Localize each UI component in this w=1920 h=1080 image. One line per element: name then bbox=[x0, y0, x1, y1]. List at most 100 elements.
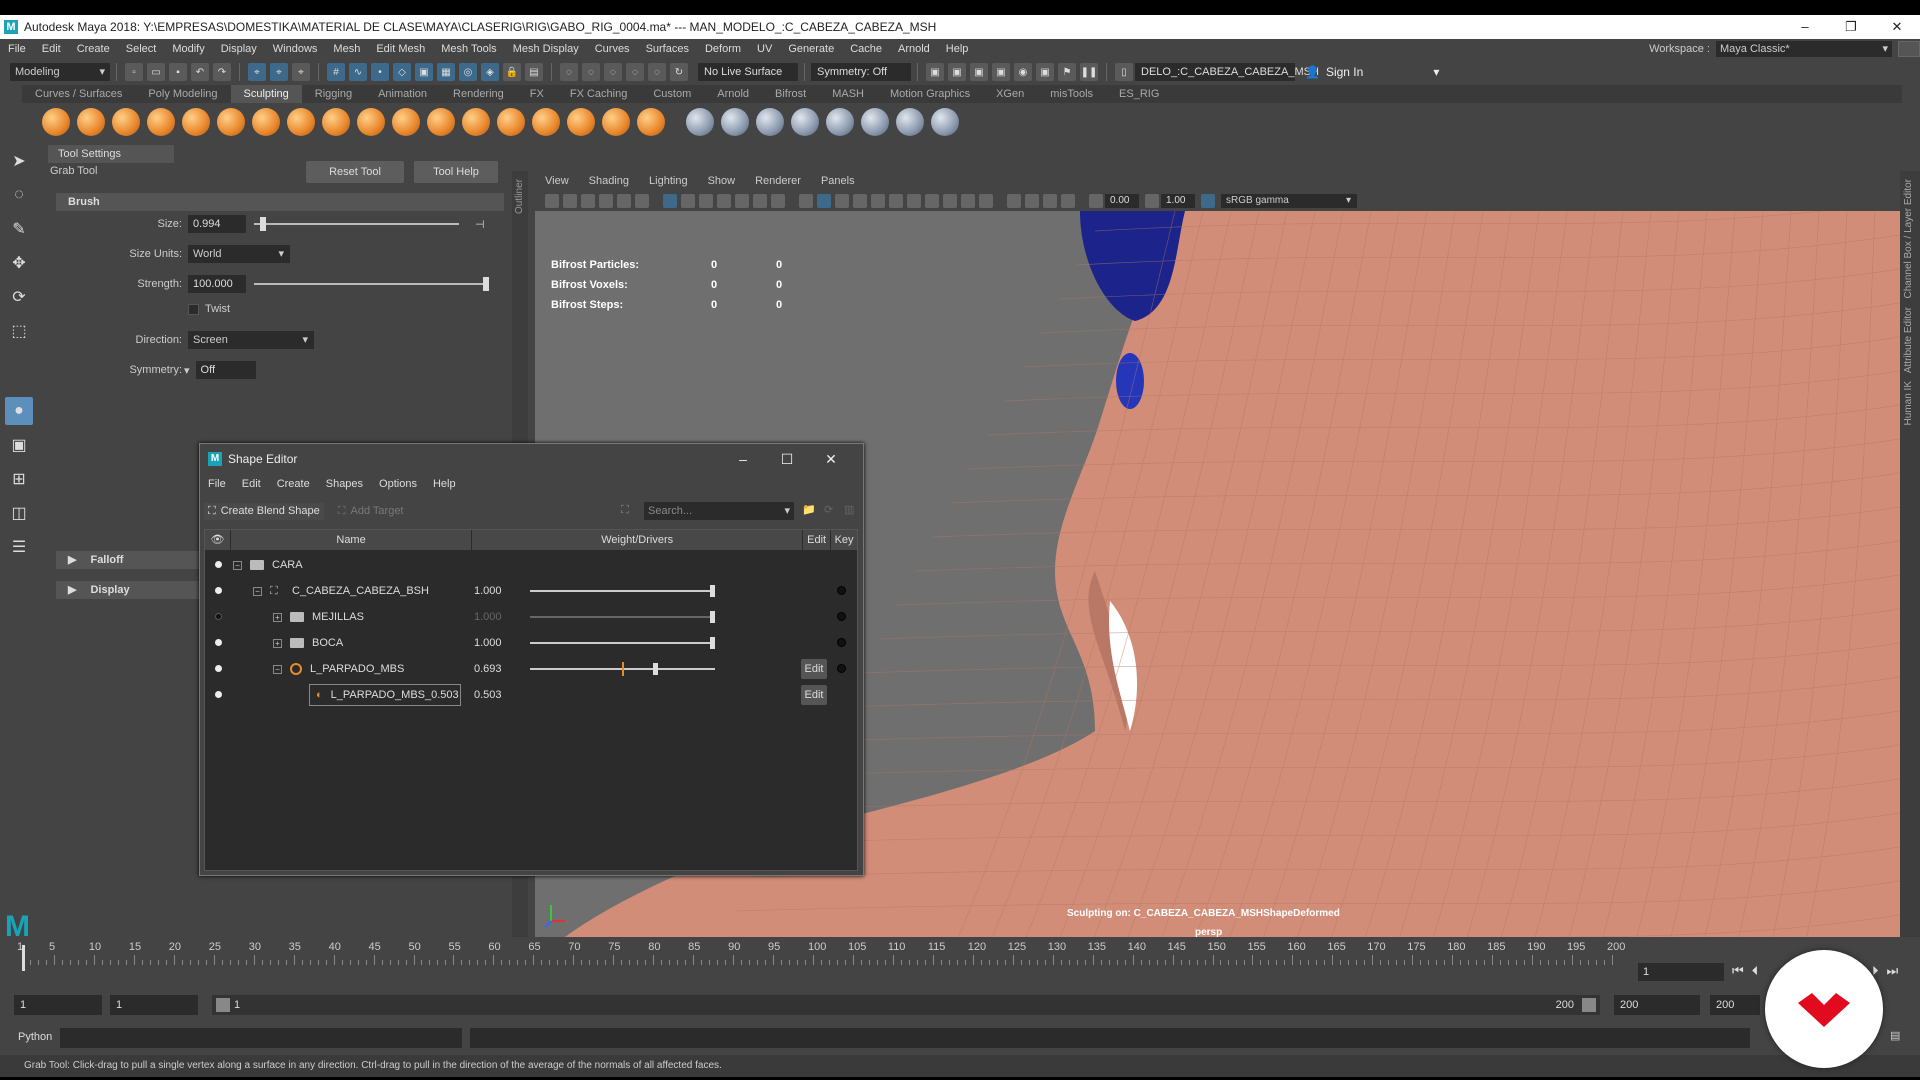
ambient-occlusion-icon[interactable] bbox=[925, 194, 939, 208]
viewport-menu-renderer[interactable]: Renderer bbox=[745, 175, 811, 187]
shape-editor-menu-file[interactable]: File bbox=[200, 478, 234, 490]
menu-display[interactable]: Display bbox=[213, 43, 265, 55]
menu-create[interactable]: Create bbox=[69, 43, 118, 55]
menu-windows[interactable]: Windows bbox=[265, 43, 326, 55]
field-chart-icon[interactable] bbox=[735, 194, 749, 208]
pinch-brush-icon[interactable] bbox=[182, 108, 210, 136]
shelf-tab-arnold[interactable]: Arnold bbox=[704, 85, 762, 103]
xray-joints-icon[interactable] bbox=[1043, 194, 1057, 208]
visibility-toggle[interactable] bbox=[215, 639, 222, 646]
menu-edit-mesh[interactable]: Edit Mesh bbox=[368, 43, 433, 55]
history-icon[interactable]: ▤ bbox=[525, 63, 543, 81]
create-blend-shape-button[interactable]: ⛶ Create Blend Shape bbox=[204, 502, 324, 520]
time-ruler[interactable]: 1 5 10 15 20 25 30 35 40 45 50 55 60 65 70 75 80 85 90 95 10… bbox=[17, 937, 1632, 985]
visibility-toggle[interactable] bbox=[215, 691, 222, 698]
visibility-column-icon[interactable]: 👁 bbox=[205, 530, 231, 550]
camera-attr-icon[interactable] bbox=[563, 194, 577, 208]
menu-help[interactable]: Help bbox=[938, 43, 977, 55]
close-icon[interactable]: ✕ bbox=[1874, 15, 1920, 39]
menu-select[interactable]: Select bbox=[118, 43, 165, 55]
render-sequence-icon[interactable]: ▣ bbox=[948, 63, 966, 81]
isolate-select-icon[interactable] bbox=[1007, 194, 1021, 208]
expand-toggle-icon[interactable]: + bbox=[273, 638, 282, 648]
symmetry-arrow-icon[interactable]: ▾ bbox=[184, 364, 190, 377]
menu-cache[interactable]: Cache bbox=[842, 43, 890, 55]
menu-surfaces[interactable]: Surfaces bbox=[638, 43, 697, 55]
frame-icon[interactable]: ⛶ bbox=[621, 504, 629, 517]
make-live-icon[interactable]: ◈ bbox=[481, 63, 499, 81]
maximize-icon[interactable]: ☐ bbox=[765, 444, 809, 474]
range-end-handle[interactable] bbox=[1582, 998, 1596, 1012]
viewport-menu-panels[interactable]: Panels bbox=[811, 175, 865, 187]
weight-slider-handle[interactable] bbox=[710, 637, 715, 649]
rotate-tool-icon[interactable]: ⟳ bbox=[5, 283, 33, 311]
knife-brush-icon[interactable] bbox=[497, 108, 525, 136]
add-target-button[interactable]: ⛶ Add Target bbox=[334, 503, 408, 520]
minimize-icon[interactable]: – bbox=[1782, 15, 1828, 39]
tool-help-button[interactable]: Tool Help bbox=[414, 161, 498, 183]
bookmark-icon[interactable] bbox=[581, 194, 595, 208]
menu-mesh-tools[interactable]: Mesh Tools bbox=[433, 43, 504, 55]
playhead[interactable] bbox=[22, 945, 25, 971]
workspace-lock-icon[interactable] bbox=[1898, 41, 1920, 57]
weight-slider-handle[interactable] bbox=[710, 585, 715, 597]
snap-surface-icon[interactable]: ▣ bbox=[415, 63, 433, 81]
weight-column-header[interactable]: Weight/Drivers bbox=[472, 530, 804, 550]
key-button[interactable] bbox=[837, 586, 846, 595]
snap-plane-icon[interactable]: ▦ bbox=[437, 63, 455, 81]
expand-toggle-icon[interactable]: − bbox=[273, 664, 282, 674]
visibility-toggle[interactable] bbox=[215, 665, 222, 672]
pose-space-icon[interactable] bbox=[861, 108, 889, 136]
shelf-tab-animation[interactable]: Animation bbox=[365, 85, 440, 103]
delete-icon[interactable]: ▥ bbox=[844, 503, 854, 516]
select-object-icon[interactable]: ⌖ bbox=[270, 63, 288, 81]
strength-slider[interactable] bbox=[254, 277, 489, 291]
size-field[interactable]: 0.994 bbox=[188, 215, 246, 233]
shape-row[interactable]: + MEJILLAS 1.000 bbox=[205, 604, 857, 630]
go-to-end-icon[interactable]: ⏭ bbox=[1887, 963, 1899, 979]
range-slider[interactable]: 1 200 bbox=[212, 995, 1600, 1015]
shelf-tab-rigging[interactable]: Rigging bbox=[302, 85, 365, 103]
scrape-brush-icon[interactable] bbox=[427, 108, 455, 136]
shape-editor-menu-shapes[interactable]: Shapes bbox=[318, 478, 371, 490]
viewport-menu-shading[interactable]: Shading bbox=[579, 175, 639, 187]
menu-mesh-display[interactable]: Mesh Display bbox=[505, 43, 587, 55]
menu-edit[interactable]: Edit bbox=[34, 43, 69, 55]
lights-icon[interactable] bbox=[889, 194, 903, 208]
hypershade-icon[interactable]: ◉ bbox=[1014, 63, 1032, 81]
shelf-tab-poly-modeling[interactable]: Poly Modeling bbox=[135, 85, 230, 103]
expand-toggle-icon[interactable]: − bbox=[253, 586, 262, 596]
freeze-brush-icon[interactable] bbox=[637, 108, 665, 136]
symmetry-field[interactable]: Symmetry: Off bbox=[811, 63, 911, 81]
shape-row[interactable]: ◐ L_PARPADO_MBS_0.503 0.503 Edit bbox=[205, 682, 857, 708]
input-line-icon[interactable]: ▯ bbox=[1115, 63, 1133, 81]
color-space-dropdown[interactable]: sRGB gamma bbox=[1221, 194, 1357, 208]
smear-brush-icon[interactable] bbox=[532, 108, 560, 136]
motion-blur-icon[interactable] bbox=[943, 194, 957, 208]
go-to-start-icon[interactable]: ⏮ bbox=[1732, 963, 1744, 979]
sign-in-button[interactable]: 👤 Sign In ▾ bbox=[1295, 62, 1449, 82]
shape-row[interactable]: − CARA bbox=[205, 552, 857, 578]
animation-start-field[interactable]: 1 bbox=[14, 995, 102, 1015]
open-scene-icon[interactable]: ▭ bbox=[147, 63, 165, 81]
xray-components-icon[interactable] bbox=[1061, 194, 1075, 208]
restore-icon[interactable]: ❐ bbox=[1828, 15, 1874, 39]
strength-field[interactable]: 100.000 bbox=[188, 275, 246, 293]
inbetween-name-field[interactable]: ◐ L_PARPADO_MBS_0.503 bbox=[309, 684, 461, 706]
command-input[interactable] bbox=[60, 1028, 462, 1048]
four-view-icon[interactable]: ⊞ bbox=[5, 465, 33, 493]
falloff-section[interactable]: ▶ Falloff bbox=[56, 551, 206, 569]
color-management-icon[interactable] bbox=[1201, 194, 1215, 208]
freeze-brush-icon[interactable] bbox=[896, 108, 924, 136]
command-language-label[interactable]: Python bbox=[18, 1031, 52, 1043]
menu-arnold[interactable]: Arnold bbox=[890, 43, 938, 55]
right-tab-attribute-editor[interactable]: Attribute Editor bbox=[1903, 307, 1914, 373]
paint-select-tool-icon[interactable]: ✎ bbox=[5, 215, 33, 243]
erase-mask-icon[interactable] bbox=[931, 108, 959, 136]
shelf-tab-curves-surfaces[interactable]: Curves / Surfaces bbox=[22, 85, 135, 103]
foamy-brush-icon[interactable] bbox=[252, 108, 280, 136]
weight-slider[interactable] bbox=[530, 585, 715, 597]
scale-tool-icon[interactable]: ⬚ bbox=[5, 317, 33, 345]
exposure-icon[interactable] bbox=[1089, 194, 1103, 208]
move-tool-icon[interactable]: ✥ bbox=[5, 249, 33, 277]
